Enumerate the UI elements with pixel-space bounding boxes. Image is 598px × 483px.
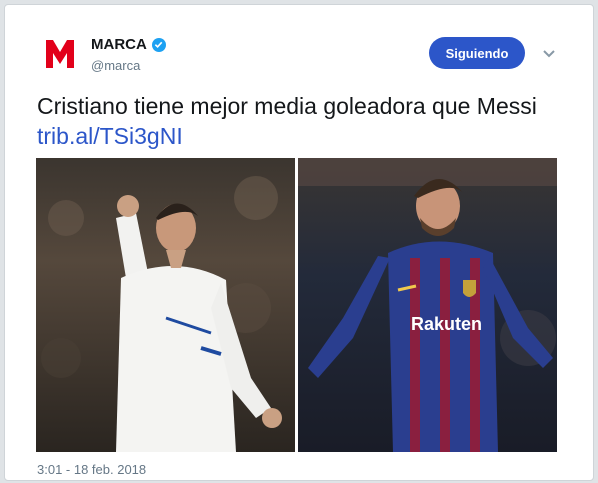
display-name[interactable]: MARCA: [91, 36, 147, 53]
marca-logo-icon: [46, 40, 74, 68]
verified-badge-icon: [151, 37, 166, 52]
real-madrid-player-illustration: [41, 176, 282, 452]
barcelona-player-illustration: Rakuten: [298, 158, 557, 452]
marca-logo-avatar[interactable]: [36, 30, 84, 78]
tweet-media[interactable]: Rakuten: [36, 158, 557, 452]
account-name-row: MARCA: [91, 36, 166, 53]
photo-messi[interactable]: Rakuten: [298, 158, 557, 452]
tweet-link[interactable]: trib.al/TSi3gNI: [37, 123, 183, 149]
tweet-body: Cristiano tiene mejor media goleadora qu…: [37, 93, 537, 119]
chevron-down-icon[interactable]: [541, 47, 557, 59]
tweet-text: Cristiano tiene mejor media goleadora qu…: [37, 91, 557, 151]
tweet-timestamp[interactable]: 3:01 - 18 feb. 2018: [37, 462, 146, 477]
photo-cristiano[interactable]: [36, 158, 295, 452]
following-button[interactable]: Siguiendo: [429, 37, 525, 69]
jersey-sponsor-text: Rakuten: [411, 314, 482, 334]
account-handle[interactable]: @marca: [91, 58, 140, 73]
